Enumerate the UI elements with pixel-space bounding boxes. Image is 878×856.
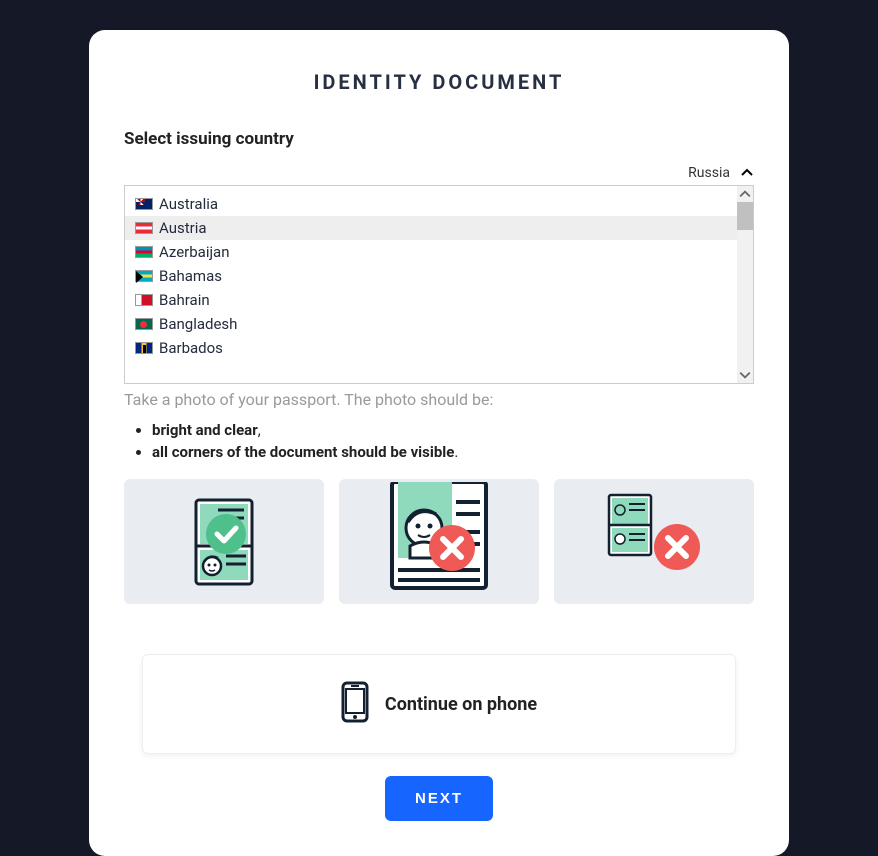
example-bad-cropped (554, 479, 754, 604)
continue-on-phone-label: Continue on phone (385, 694, 537, 715)
flag-icon (135, 294, 153, 306)
flag-icon (135, 198, 153, 210)
country-name: Aruba (159, 185, 199, 189)
next-button[interactable]: NEXT (385, 776, 493, 821)
flag-icon (135, 318, 153, 330)
scrollbar-thumb[interactable] (737, 202, 753, 230)
country-name: Australia (159, 195, 218, 213)
flag-icon (135, 222, 153, 234)
country-option[interactable]: Australia (125, 192, 737, 216)
country-option[interactable]: Azerbaijan (125, 240, 737, 264)
phone-icon (341, 681, 369, 727)
requirement-item: bright and clear, (152, 421, 754, 439)
country-option[interactable]: Bahrain (125, 288, 737, 312)
example-good (124, 479, 324, 604)
country-name: Bahrain (159, 291, 210, 309)
instruction-text: Take a photo of your passport. The photo… (124, 390, 754, 409)
flag-icon (135, 185, 153, 186)
photo-examples (124, 479, 754, 604)
country-name: Azerbaijan (159, 243, 230, 261)
country-option[interactable]: Austria (125, 216, 737, 240)
country-name: Bangladesh (159, 315, 237, 333)
scrollbar[interactable] (737, 186, 753, 383)
country-name: Bahamas (159, 267, 222, 285)
country-option[interactable]: Barbados (125, 336, 737, 360)
flag-icon (135, 342, 153, 354)
country-select[interactable]: Russia (124, 161, 754, 185)
requirement-item: all corners of the document should be vi… (152, 443, 754, 461)
continue-on-phone-button[interactable]: Continue on phone (142, 654, 736, 754)
country-name: Austria (159, 219, 207, 237)
country-option[interactable]: Bangladesh (125, 312, 737, 336)
requirements-list: bright and clear, all corners of the docu… (152, 421, 754, 461)
scroll-up-arrow-icon[interactable] (739, 188, 751, 200)
country-dropdown[interactable]: Aruba Australia Austria Azerbaijan Bahamas Ba… (124, 185, 754, 384)
example-bad-blurry (339, 479, 539, 604)
country-option[interactable]: Aruba (125, 185, 737, 192)
page-title: IDENTITY DOCUMENT (124, 70, 754, 94)
scroll-down-arrow-icon[interactable] (739, 369, 751, 381)
select-country-label: Select issuing country (124, 129, 754, 149)
flag-icon (135, 246, 153, 258)
country-name: Barbados (159, 339, 223, 357)
identity-document-modal: IDENTITY DOCUMENT Select issuing country… (89, 30, 789, 856)
selected-country-value: Russia (124, 161, 754, 185)
chevron-up-icon (740, 165, 754, 179)
country-option[interactable]: Bahamas (125, 264, 737, 288)
flag-icon (135, 270, 153, 282)
